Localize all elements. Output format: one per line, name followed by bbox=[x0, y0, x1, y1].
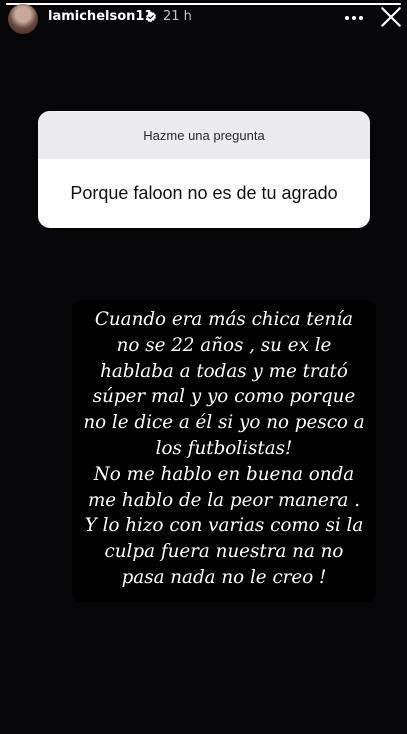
story-text-line: me hablo de la peor manera . bbox=[87, 489, 361, 511]
story-text-line: No me hablo en buena onda bbox=[93, 463, 355, 485]
question-sticker-answer: Porque faloon no es de tu agrado bbox=[70, 183, 338, 203]
story-text-line: culpa fuera nuestra na no bbox=[104, 541, 344, 563]
question-sticker[interactable]: Hazme una pregunta Porque faloon no es d… bbox=[38, 111, 370, 228]
story-text-line: súper mal y yo como porque bbox=[92, 386, 356, 408]
post-time: 21 h bbox=[163, 9, 192, 24]
more-options-icon[interactable] bbox=[342, 6, 366, 30]
question-sticker-title: Hazme una pregunta bbox=[38, 111, 370, 159]
story-text-line: los futbolistas! bbox=[155, 437, 293, 459]
verified-badge-icon bbox=[146, 11, 156, 23]
story-text-line: pasa nada no le creo ! bbox=[121, 566, 327, 588]
story-header: lamichelson11 21 h bbox=[0, 0, 407, 36]
story-text-line: no se 22 años , su ex le bbox=[116, 334, 332, 356]
story-text-line: Y lo hizo con varias como si la bbox=[84, 515, 364, 537]
story-text-line: Cuando era más chica tenía bbox=[94, 309, 354, 330]
avatar[interactable] bbox=[8, 4, 38, 34]
story-text-line: no le dice a él si yo no pesco a bbox=[83, 412, 365, 434]
story-text-block: Cuando era más chica tenía no se 22 años… bbox=[72, 300, 376, 602]
story-text-line: hablaba a todas y me trató bbox=[100, 360, 348, 382]
close-icon[interactable] bbox=[378, 4, 404, 30]
username[interactable]: lamichelson11 bbox=[48, 9, 153, 24]
